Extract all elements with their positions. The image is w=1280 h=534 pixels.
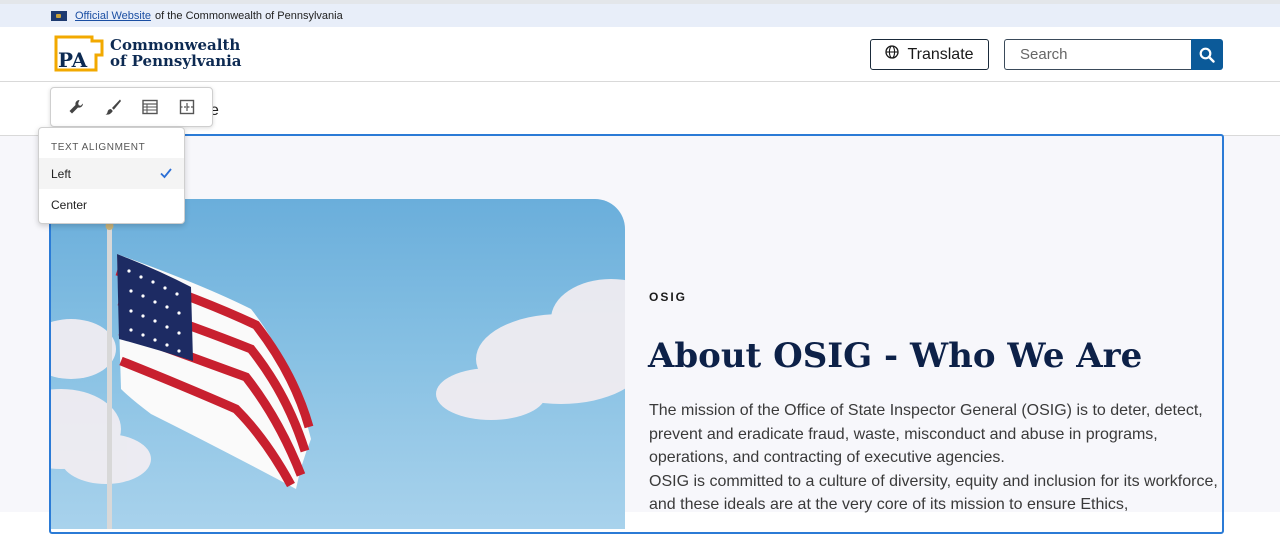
page-title: About OSIG - Who We Are	[648, 336, 1143, 376]
section-eyebrow: OSIG	[649, 290, 688, 304]
wrench-icon[interactable]	[62, 93, 90, 121]
pa-logo[interactable]: PA Commonwealth of Pennsylvania	[50, 33, 242, 73]
mission-paragraph-2: OSIG is committed to a culture of divers…	[649, 472, 1218, 514]
site-header: PA Commonwealth of Pennsylvania Translat…	[0, 27, 1280, 82]
table-icon[interactable]	[136, 93, 164, 121]
align-center-label: Center	[51, 197, 88, 212]
checkmark-icon	[159, 166, 173, 183]
logo-line-1: Commonwealth	[110, 36, 241, 54]
align-center-option[interactable]: Center	[39, 189, 184, 220]
search-input[interactable]	[1004, 39, 1191, 70]
search-button[interactable]	[1191, 39, 1223, 70]
logo-line-2: of Pennsylvania	[110, 52, 242, 70]
text-alignment-dropdown: TEXT ALIGNMENT Left Center	[38, 127, 185, 224]
mission-text: The mission of the Office of State Inspe…	[649, 399, 1224, 517]
mission-paragraph-1: The mission of the Office of State Inspe…	[649, 402, 1203, 466]
search-form	[1004, 39, 1223, 70]
align-left-option[interactable]: Left	[39, 158, 184, 189]
translate-label: Translate	[907, 45, 974, 63]
official-website-suffix: of the Commonwealth of Pennsylvania	[155, 9, 343, 22]
pa-flag-icon	[51, 10, 67, 21]
official-website-banner: Official Website of the Commonwealth of …	[0, 4, 1280, 27]
block-toolbar	[50, 87, 213, 127]
search-icon	[1199, 47, 1215, 63]
pa-keystone-icon: PA	[50, 33, 104, 73]
logo-mark-text: PA	[58, 48, 88, 72]
dropdown-heading: TEXT ALIGNMENT	[51, 142, 146, 153]
translate-button[interactable]: Translate	[870, 39, 989, 70]
align-left-label: Left	[51, 166, 72, 181]
official-website-link[interactable]: Official Website	[75, 10, 151, 22]
globe-icon	[885, 45, 900, 64]
layout-icon[interactable]	[173, 93, 201, 121]
paintbrush-icon[interactable]	[99, 93, 127, 121]
